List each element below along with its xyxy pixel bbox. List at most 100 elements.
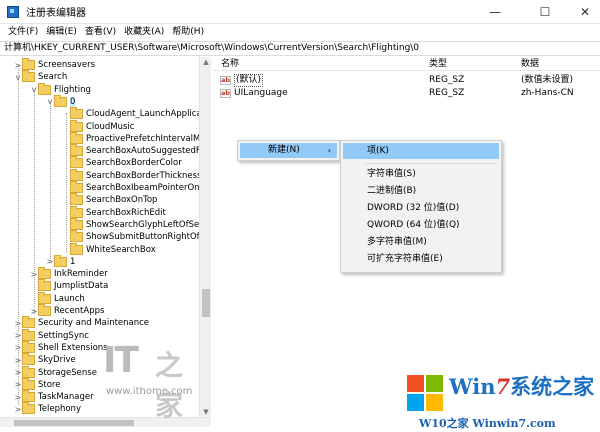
scroll-up-icon[interactable]: ▲: [200, 57, 212, 67]
close-button[interactable]: ✕: [570, 0, 600, 24]
menu-view[interactable]: 查看(V): [81, 24, 120, 41]
minimize-button[interactable]: —: [480, 0, 510, 24]
tree-scroll-thumb[interactable]: [202, 289, 210, 317]
tree-item[interactable]: > RecentApps: [30, 304, 105, 317]
tree-item[interactable]: > Telephony: [14, 402, 81, 415]
win7-title: Win7系统之家: [449, 374, 595, 399]
folder-icon: [70, 107, 83, 120]
folder-icon: [22, 340, 35, 353]
folder-icon: [70, 181, 83, 193]
tree-item-label: StorageSense: [38, 367, 97, 378]
folder-icon: [54, 94, 67, 107]
tree-item[interactable]: > StorageSense: [14, 365, 97, 379]
tree-item-label: Telephony: [38, 404, 81, 415]
tree-item[interactable]: > InkReminder: [30, 267, 108, 280]
ithome-url: www.ithome.com: [106, 386, 193, 397]
value-name: (默认): [234, 74, 264, 87]
tree-item-label: SearchBoxIbeamPointerOnHov: [86, 183, 211, 193]
tree-item[interactable]: CloudMusic: [62, 119, 134, 133]
context-menu: 新建(N) ›: [237, 140, 340, 161]
folder-icon: [22, 402, 35, 415]
submenu-item-string[interactable]: 字符串值(S): [343, 166, 499, 182]
list-row[interactable]: ab UILanguage REG_SZ zh-Hans-CN: [213, 87, 600, 100]
value-type: REG_SZ: [429, 88, 465, 98]
submenu-item-dword[interactable]: DWORD (32 位)值(D): [343, 200, 499, 216]
menu-edit[interactable]: 编辑(E): [42, 24, 81, 41]
tree-item[interactable]: > TaskManager: [14, 390, 94, 403]
folder-icon: [22, 365, 35, 378]
submenu-item-key[interactable]: 项(K): [343, 143, 499, 159]
title-bar: 注册表编辑器 — ☐ ✕: [0, 0, 600, 24]
tree-item[interactable]: Launch: [30, 291, 85, 305]
folder-icon: [70, 205, 83, 218]
tree-item[interactable]: > SettingSync: [14, 328, 89, 342]
submenu-item-multistring[interactable]: 多字符串值(M): [343, 234, 499, 250]
folder-icon: [22, 58, 35, 70]
tree-item[interactable]: > Screensavers: [14, 58, 95, 71]
tree-hscroll-thumb[interactable]: [14, 420, 134, 426]
folder-icon: [22, 390, 35, 403]
tree-item-label: Security and Maintenance: [38, 318, 150, 329]
collapsed-chevron-icon[interactable]: >: [14, 405, 22, 414]
tree-item[interactable]: > Shell Extensions: [14, 340, 108, 354]
tree-item-label: 0: [70, 96, 76, 107]
tree-item[interactable]: SearchBoxIbeamPointerOnHov: [62, 181, 211, 194]
submenu-item-binary[interactable]: 二进制值(B): [343, 183, 499, 199]
menu-separator: [365, 163, 497, 164]
folder-icon: [22, 70, 35, 83]
column-name[interactable]: 名称: [221, 57, 239, 71]
tree-item-label: InkReminder: [54, 269, 108, 280]
tree-item[interactable]: SearchBoxOnTop: [62, 193, 157, 206]
tree-item[interactable]: ProactivePrefetchIntervalMinute: [62, 131, 210, 145]
tree-item[interactable]: > Store: [14, 377, 60, 391]
ithome-cn-text: 之家: [155, 349, 184, 422]
column-data[interactable]: 数据: [521, 57, 539, 71]
tree-item-label: Shell Extensions: [38, 342, 108, 353]
folder-icon: [38, 304, 51, 316]
submenu-item-qword[interactable]: QWORD (64 位)值(Q): [343, 217, 499, 233]
tree-item[interactable]: v Search: [14, 70, 67, 83]
folder-icon: [70, 230, 83, 243]
maximize-button[interactable]: ☐: [530, 0, 560, 24]
tree-item-label: ShowSubmitButtonRightOfSear: [86, 232, 211, 243]
tree-item[interactable]: JumplistData: [30, 279, 109, 292]
tree-item-label: Flighting: [54, 84, 91, 95]
tree-item-label: Launch: [54, 293, 85, 304]
tree-item-label: RecentApps: [54, 306, 105, 316]
tree-item[interactable]: > Security and Maintenance: [14, 316, 150, 329]
folder-icon: [70, 156, 83, 169]
tree-item[interactable]: > SkyDrive: [14, 353, 76, 366]
tree-item[interactable]: ShowSearchGlyphLeftOfSearch: [62, 217, 210, 231]
tree-item-label: TaskManager: [38, 392, 94, 403]
folder-icon: [38, 291, 51, 304]
string-value-icon: ab: [220, 89, 231, 98]
tree-item[interactable]: WhiteSearchBox: [62, 242, 156, 256]
column-type[interactable]: 类型: [429, 57, 447, 71]
tree-item-label: WhiteSearchBox: [86, 244, 156, 255]
tree-item[interactable]: SearchBoxBorderThickness: [62, 168, 202, 182]
menu-file[interactable]: 文件(F): [4, 24, 42, 41]
submenu-item-expandable-string[interactable]: 可扩充字符串值(E): [343, 251, 499, 267]
folder-icon: [70, 168, 83, 181]
new-submenu: 项(K) 字符串值(S) 二进制值(B) DWORD (32 位)值(D) QW…: [340, 140, 502, 273]
chevron-right-icon: ›: [327, 146, 331, 155]
menu-favorites[interactable]: 收藏夹(A): [120, 24, 168, 41]
menu-item-new[interactable]: 新建(N) ›: [240, 143, 337, 158]
tree-connector-line: [50, 101, 51, 261]
tree-item[interactable]: SearchBoxAutoSuggestedFore: [62, 144, 210, 157]
tree-connector-line: [18, 65, 19, 405]
list-row[interactable]: ab (默认) REG_SZ (数值未设置): [213, 74, 600, 87]
tree-item[interactable]: SearchBoxRichEdit: [62, 205, 166, 219]
windows-flag-icon: [407, 375, 445, 413]
menu-help[interactable]: 帮助(H): [168, 24, 208, 41]
tree-item-label: SearchBoxBorderColor: [86, 158, 182, 169]
value-type: REG_SZ: [429, 75, 465, 85]
tree-item[interactable]: CloudAgent_LaunchApplication: [62, 107, 210, 120]
tree-item-label: JumplistData: [54, 281, 109, 292]
folder-icon: [54, 254, 67, 267]
address-bar[interactable]: 计算机\HKEY_CURRENT_USER\Software\Microsoft…: [0, 41, 600, 56]
tree-item[interactable]: SearchBoxBorderColor: [62, 156, 182, 169]
tree-item[interactable]: v Flighting: [30, 82, 91, 96]
tree-item[interactable]: ShowSubmitButtonRightOfSear: [62, 230, 211, 243]
value-name: UILanguage: [234, 88, 288, 98]
